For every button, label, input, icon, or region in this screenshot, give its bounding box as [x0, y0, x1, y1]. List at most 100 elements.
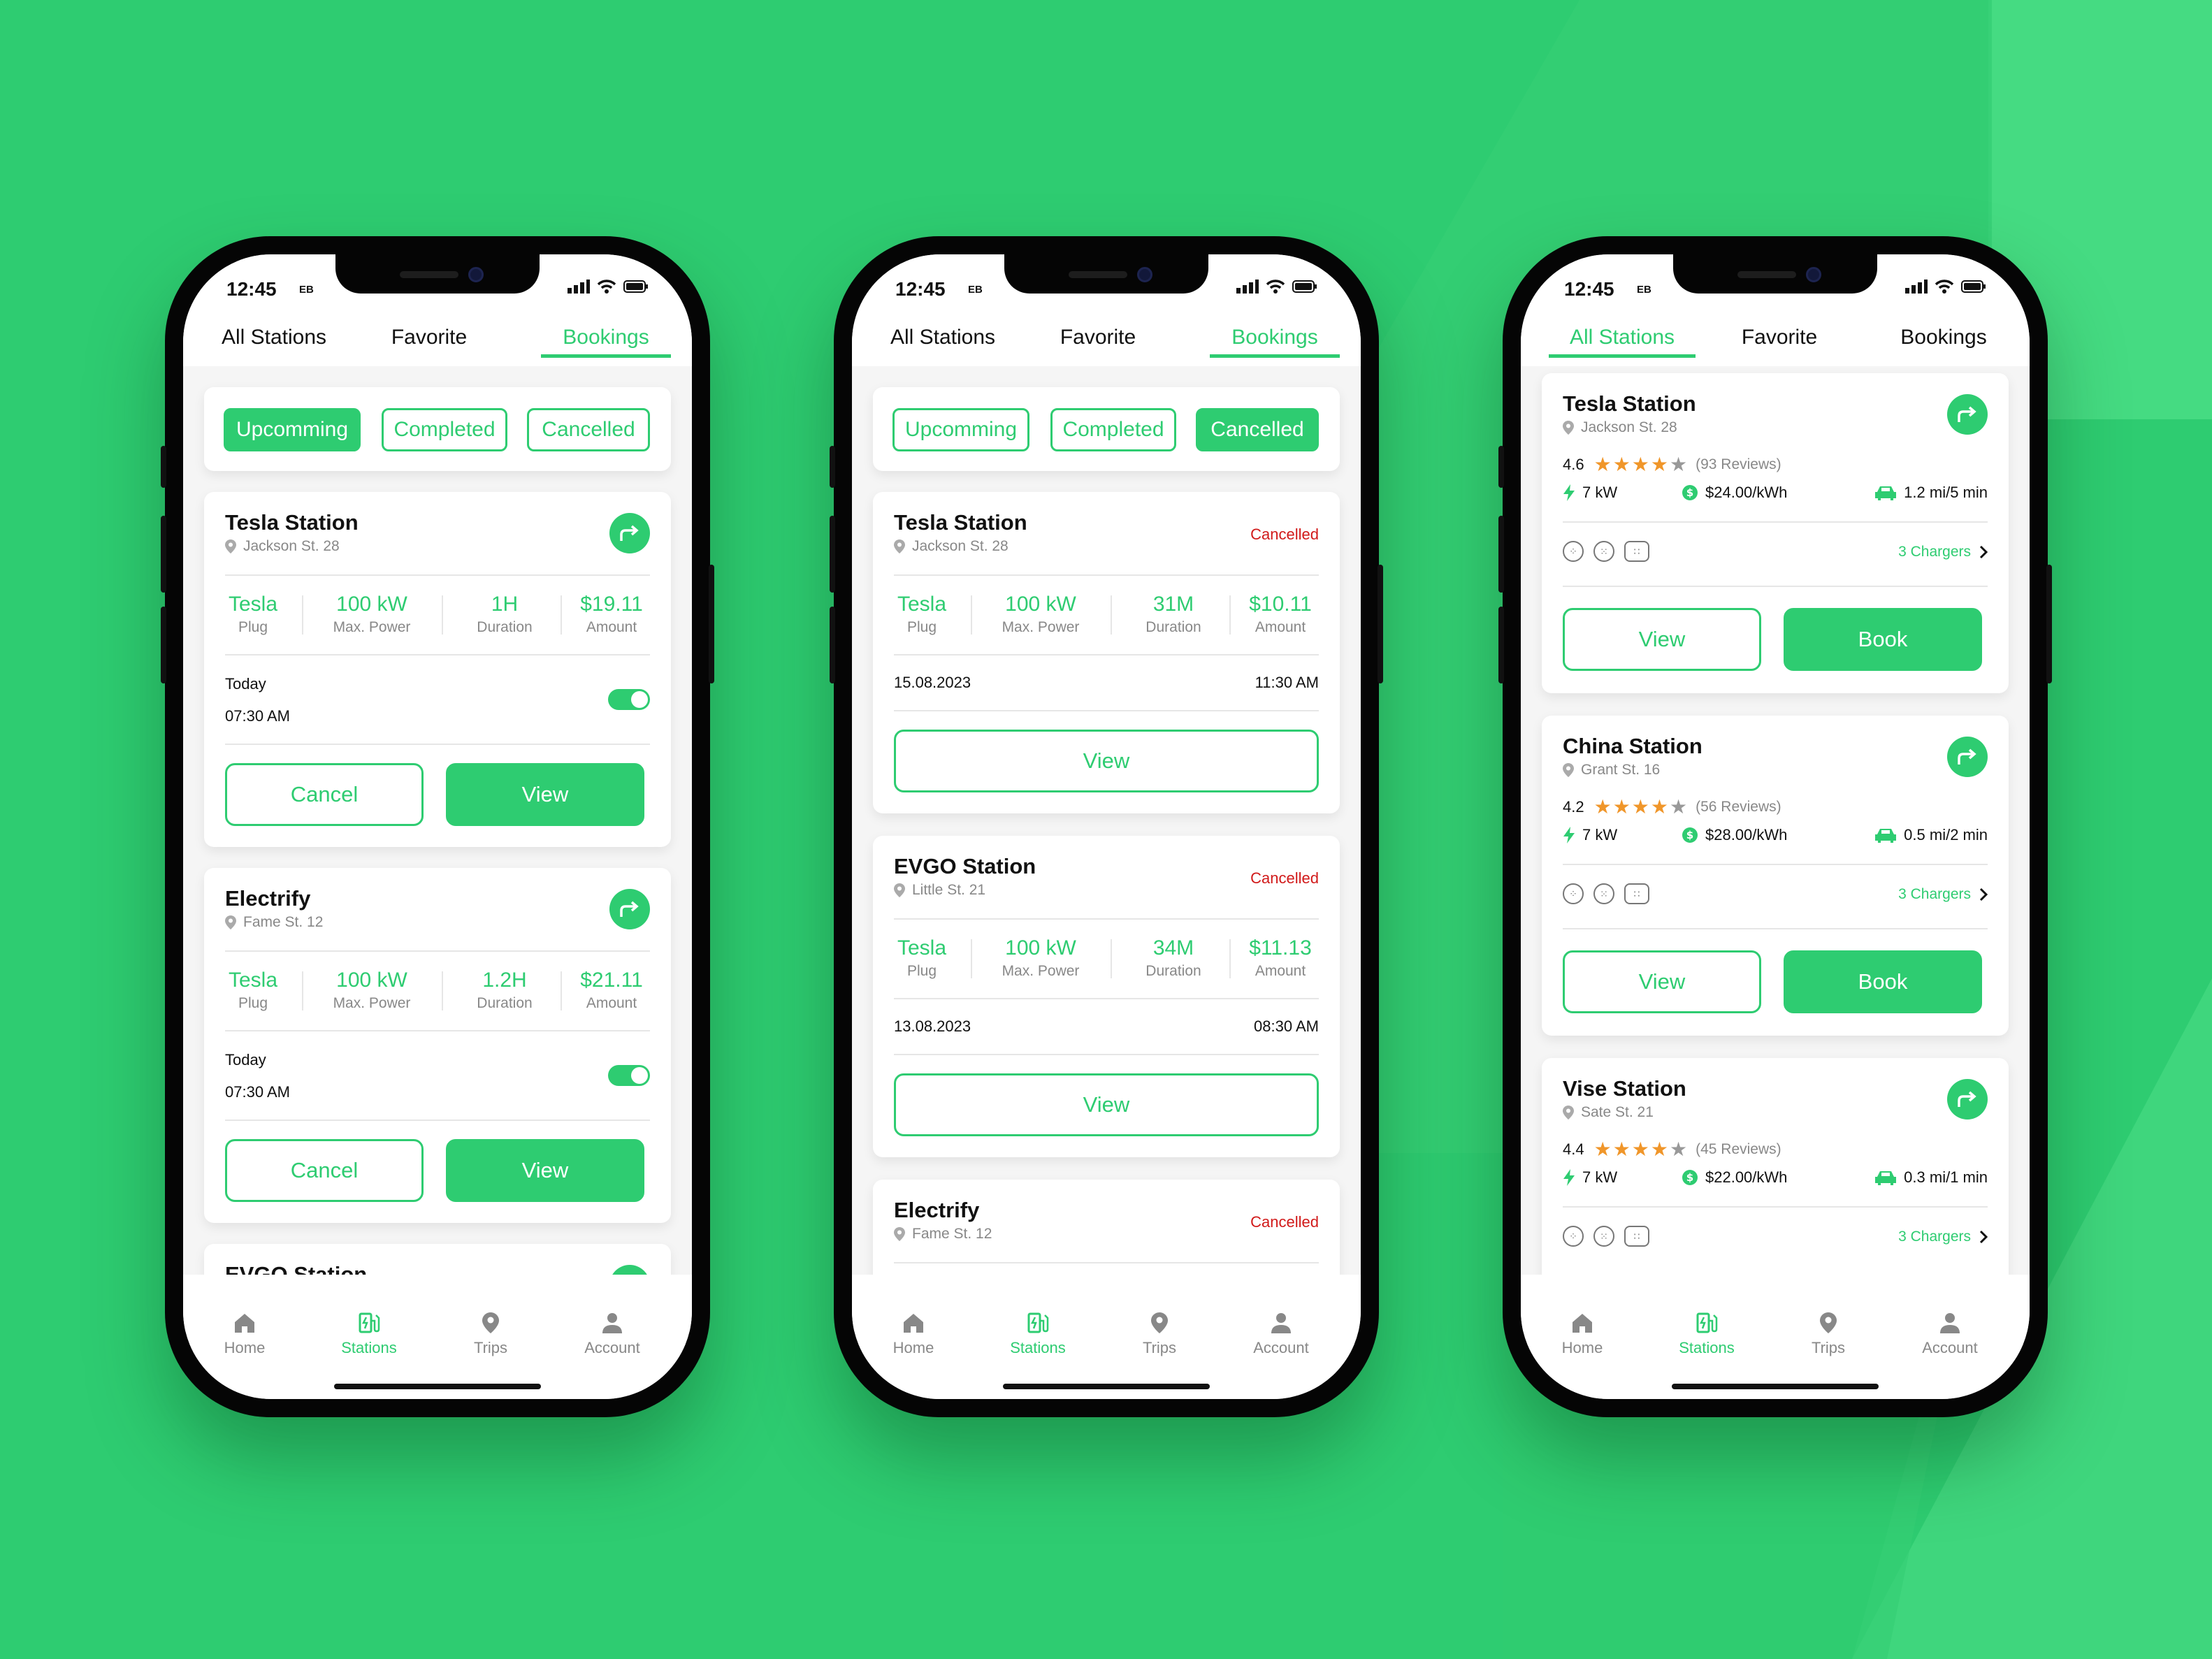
- rating-value: 4.2: [1563, 797, 1584, 816]
- view-button[interactable]: View: [1563, 950, 1761, 1013]
- plug-type2-icon: ⁙: [1593, 541, 1614, 562]
- filter-cancelled[interactable]: Cancelled: [1196, 408, 1319, 451]
- route-button[interactable]: [609, 513, 650, 553]
- rating-row: 4.2 ★★★★★ (56 Reviews): [1563, 795, 1781, 818]
- home-indicator[interactable]: [1003, 1384, 1210, 1389]
- route-button[interactable]: [1947, 394, 1988, 435]
- nav-account[interactable]: Account: [1908, 1311, 1992, 1357]
- chargers-link[interactable]: 3 Chargers: [1898, 886, 1988, 903]
- nav-account[interactable]: Account: [1239, 1311, 1323, 1357]
- route-icon: [620, 901, 639, 917]
- screen: 12:45 EB All Stations Favorite Bookings …: [1521, 254, 2030, 1399]
- car-icon: [1875, 486, 1897, 500]
- wifi-icon: [1935, 280, 1954, 294]
- view-button[interactable]: View: [446, 1139, 644, 1202]
- nav-account[interactable]: Account: [570, 1311, 654, 1357]
- tab-bookings[interactable]: Bookings: [1879, 321, 2009, 358]
- nav-stations[interactable]: Stations: [1665, 1311, 1749, 1357]
- nav-trips[interactable]: Trips: [1786, 1311, 1870, 1357]
- tab-favorite[interactable]: Favorite: [366, 321, 492, 358]
- tab-bookings[interactable]: Bookings: [1210, 321, 1340, 358]
- nav-trips[interactable]: Trips: [449, 1311, 533, 1357]
- nav-trips[interactable]: Trips: [1118, 1311, 1201, 1357]
- cancel-button[interactable]: Cancel: [225, 763, 424, 826]
- screen: 12:45 EB All Stations Favorite Bookings …: [852, 254, 1361, 1399]
- chargers-link[interactable]: 3 Chargers: [1898, 544, 1988, 560]
- tab-all-stations[interactable]: All Stations: [873, 321, 1013, 358]
- stat-duration: 31M Duration: [1145, 593, 1201, 635]
- status-carrier: EB: [299, 284, 314, 296]
- bottom-nav: Home Stations Trips Account: [852, 1275, 1361, 1399]
- booking-card: Electrify Fame St. 12 Cancelled: [873, 1180, 1340, 1275]
- status-time: 12:45: [895, 278, 946, 300]
- dollar-icon: $: [1682, 1170, 1698, 1185]
- route-button[interactable]: [609, 889, 650, 929]
- route-button[interactable]: [1947, 1079, 1988, 1120]
- station-name: Tesla Station: [1563, 391, 1696, 416]
- pin-icon: [894, 1227, 905, 1241]
- nav-stations[interactable]: Stations: [996, 1311, 1080, 1357]
- filter-upcoming[interactable]: Upcomming: [224, 408, 361, 451]
- signal-icon: [1905, 280, 1928, 294]
- wifi-icon: [1266, 280, 1285, 294]
- filter-completed[interactable]: Completed: [382, 408, 507, 451]
- bookings-list: Upcomming Completed Cancelled Tesla Stat…: [183, 366, 692, 1275]
- home-indicator[interactable]: [1672, 1384, 1879, 1389]
- chevron-right-icon: [1979, 888, 1988, 901]
- charging-station-icon: [1027, 1312, 1049, 1333]
- book-button[interactable]: Book: [1784, 950, 1982, 1013]
- bolt-icon: [1563, 1169, 1575, 1186]
- status-carrier: EB: [1637, 284, 1651, 296]
- filter-upcoming[interactable]: Upcomming: [892, 408, 1029, 451]
- signal-icon: [1236, 280, 1259, 294]
- station-card: Tesla Station Jackson St. 28 4.6 ★★★★★ (…: [1542, 373, 2009, 693]
- book-button[interactable]: Book: [1784, 608, 1982, 671]
- signal-icon: [568, 280, 590, 294]
- booking-day: Today: [225, 675, 266, 693]
- plug-ccs-icon: ∷: [1624, 883, 1649, 904]
- review-count: (45 Reviews): [1696, 1140, 1781, 1157]
- stat-max-power: 100 kW Max. Power: [1002, 936, 1080, 979]
- home-icon: [1573, 1314, 1592, 1333]
- battery-icon: [623, 280, 648, 293]
- status-badge: Cancelled: [1250, 1213, 1319, 1231]
- home-indicator[interactable]: [334, 1384, 541, 1389]
- route-button[interactable]: [1947, 737, 1988, 777]
- tab-favorite[interactable]: Favorite: [1035, 321, 1161, 358]
- charging-station-icon: [359, 1312, 380, 1333]
- user-icon: [1940, 1313, 1960, 1333]
- car-icon: [1875, 829, 1897, 843]
- nav-stations[interactable]: Stations: [327, 1311, 411, 1357]
- pin-icon: [1563, 421, 1574, 435]
- tab-favorite[interactable]: Favorite: [1716, 321, 1842, 358]
- filter-cancelled[interactable]: Cancelled: [527, 408, 650, 451]
- review-count: (56 Reviews): [1696, 798, 1781, 815]
- booking-card: Tesla Station Jackson St. 28 Tesla Plug 1…: [204, 492, 671, 847]
- filter-completed[interactable]: Completed: [1050, 408, 1176, 451]
- view-button[interactable]: View: [446, 763, 644, 826]
- tab-all-stations[interactable]: All Stations: [204, 321, 344, 358]
- booking-date: 13.08.2023: [894, 1017, 971, 1035]
- view-button[interactable]: View: [894, 730, 1319, 792]
- phone-bookings-cancelled: 12:45 EB All Stations Favorite Bookings …: [830, 236, 1383, 1417]
- stat-amount: $21.11 Amount: [580, 969, 643, 1011]
- view-button[interactable]: View: [1563, 608, 1761, 671]
- chargers-link[interactable]: 3 Chargers: [1898, 1229, 1988, 1245]
- view-button[interactable]: View: [894, 1073, 1319, 1136]
- station-address: Fame St. 12: [894, 1226, 992, 1243]
- station-name: Tesla Station: [894, 510, 1027, 535]
- nav-home[interactable]: Home: [872, 1311, 955, 1357]
- route-button[interactable]: [609, 1265, 650, 1275]
- reminder-toggle[interactable]: [608, 689, 650, 710]
- reminder-toggle[interactable]: [608, 1065, 650, 1086]
- tab-bookings[interactable]: Bookings: [541, 321, 671, 358]
- station-card: Vise Station Sate St. 21 4.4 ★★★★★ (45 R…: [1542, 1058, 2009, 1275]
- pin-icon: [225, 915, 236, 929]
- tab-all-stations[interactable]: All Stations: [1549, 321, 1696, 358]
- nav-home[interactable]: Home: [203, 1311, 287, 1357]
- address-text: Sate St. 21: [1581, 1104, 1654, 1120]
- stat-max-power: 100 kW Max. Power: [333, 969, 411, 1011]
- cancel-button[interactable]: Cancel: [225, 1139, 424, 1202]
- nav-home[interactable]: Home: [1540, 1311, 1624, 1357]
- plug-types: ⁘ ⁙ ∷: [1563, 1226, 1649, 1247]
